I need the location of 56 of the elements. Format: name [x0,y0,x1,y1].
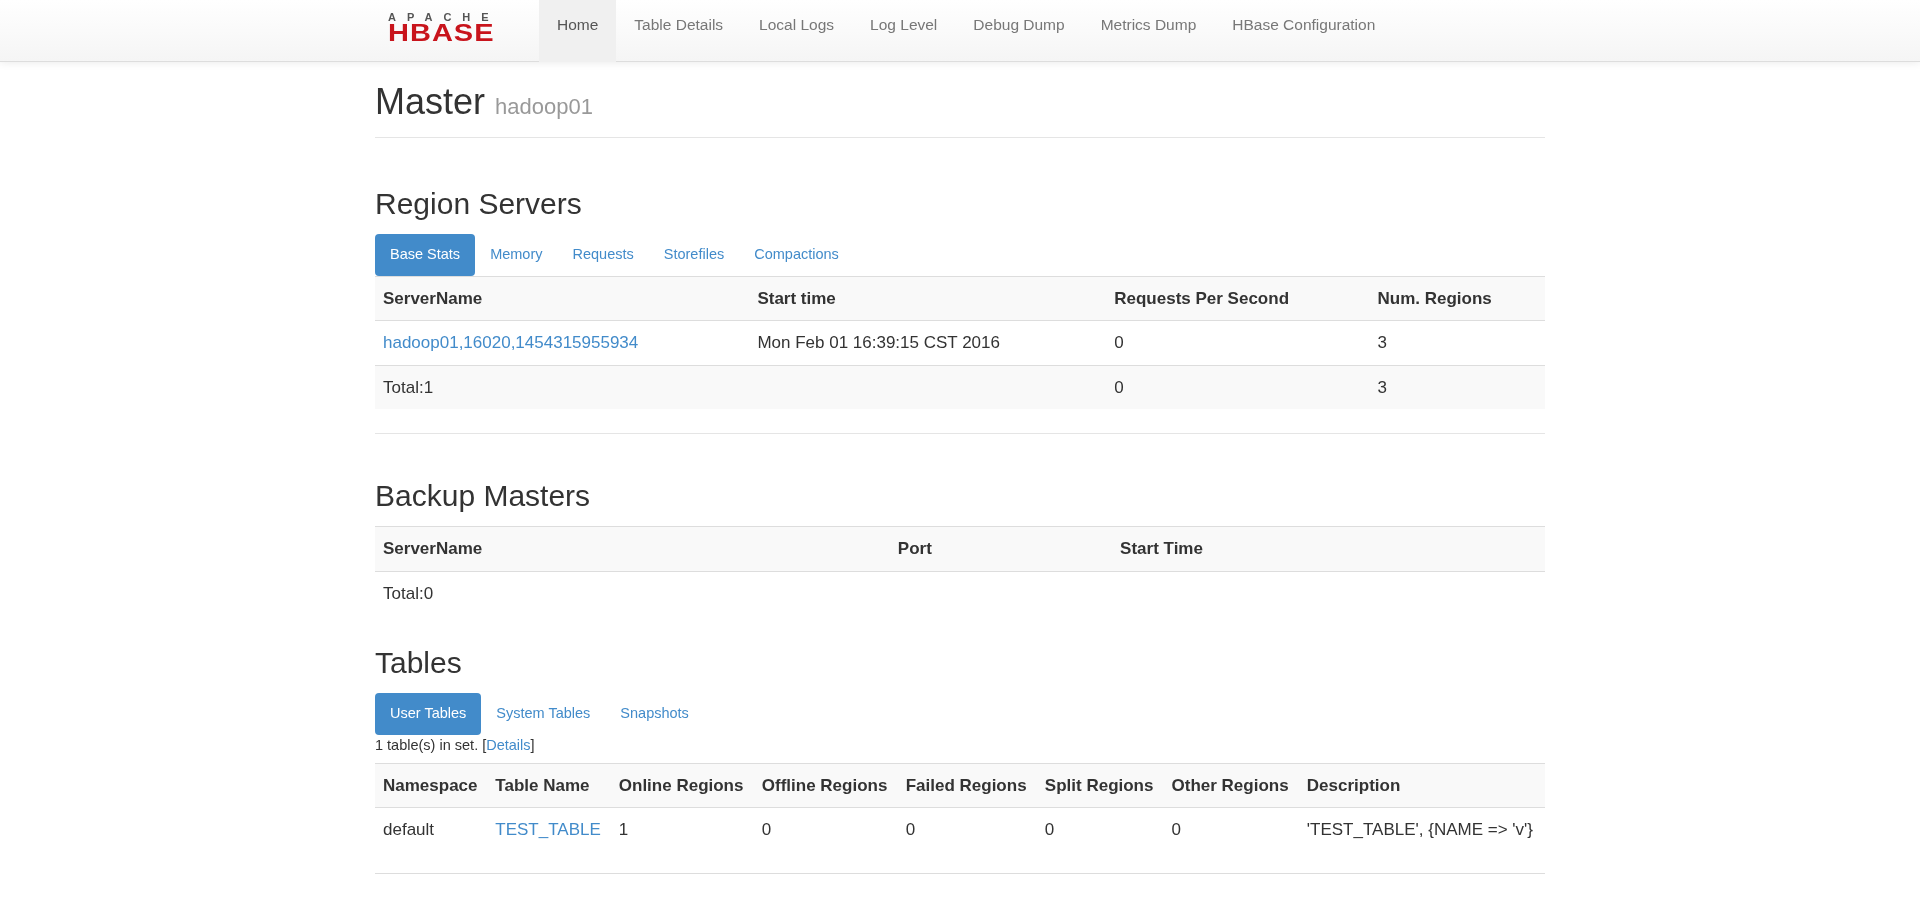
page-title: Master hadoop01 [375,80,594,124]
nav-link[interactable]: Debug Dump [955,0,1083,62]
section-title: Tables [375,645,463,682]
column-header: Split Regions [1036,763,1164,808]
table-cell: default [375,807,488,874]
column-header: Port [889,526,1113,572]
nav-link[interactable]: Local Logs [741,0,853,62]
tab[interactable]: User Tables [375,693,482,736]
logo-caption: APACHE [388,12,501,23]
summary-text: 1 table(s) in set. [ [375,737,487,754]
column-header: Other Regions [1163,763,1299,808]
column-header: Online Regions [610,763,754,808]
nav-link[interactable]: HBase Configuration [1214,0,1394,62]
tab[interactable]: Base Stats [375,234,476,276]
column-header: ServerName [375,526,890,572]
section-title: Backup Masters [375,478,592,515]
section-title: Region Servers [375,186,583,223]
nav-link[interactable]: Home [539,0,617,62]
column-header: Failed Regions [897,763,1037,808]
details-link[interactable]: Details [486,737,531,754]
column-header: Namespace [375,763,488,808]
table-cell: 0 [1106,320,1370,366]
table-cell: 0 [753,807,898,874]
server-link[interactable]: hadoop01,16020,1454315955934 [383,333,639,353]
nav-link[interactable]: Metrics Dump [1082,0,1215,62]
table-link[interactable]: TEST_TABLE [495,820,601,840]
table-cell: 0 [1036,807,1164,874]
column-header: Num. Regions [1369,276,1545,321]
table-cell: 0 [1163,807,1299,874]
column-header: Requests Per Second [1106,276,1370,321]
column-header: Start time [749,276,1107,321]
tab[interactable]: Storefiles [648,234,740,276]
table-cell: 3 [1369,320,1545,366]
nav-link[interactable]: Table Details [616,0,742,62]
column-header: Description [1298,763,1545,808]
column-header: Offline Regions [753,763,898,808]
tab[interactable]: Compactions [739,234,854,276]
column-header: ServerName [375,276,750,321]
table-cell: Total:1 [375,365,750,410]
nav-link[interactable]: Log Level [852,0,956,62]
tab[interactable]: System Tables [481,693,606,736]
table-cell: 0 [1106,365,1370,410]
table-cell: Mon Feb 01 16:39:15 CST 2016 [749,320,1107,366]
page-subtitle: hadoop01 [495,94,593,119]
tab[interactable]: Memory [475,234,558,276]
summary-text: ] [530,737,535,754]
table-cell: 3 [1369,365,1545,410]
table-cell: 1 [610,807,754,874]
tab[interactable]: Requests [557,234,649,276]
column-header: Table Name [487,763,611,808]
logo-wordmark: HBASE [388,22,496,46]
table-cell: 'TEST_TABLE', {NAME => 'v'} [1298,807,1545,874]
table-cell: Total:0 [375,571,890,616]
column-header: Start Time [1112,526,1545,572]
table-cell: 0 [897,807,1037,874]
tab[interactable]: Snapshots [605,693,704,736]
